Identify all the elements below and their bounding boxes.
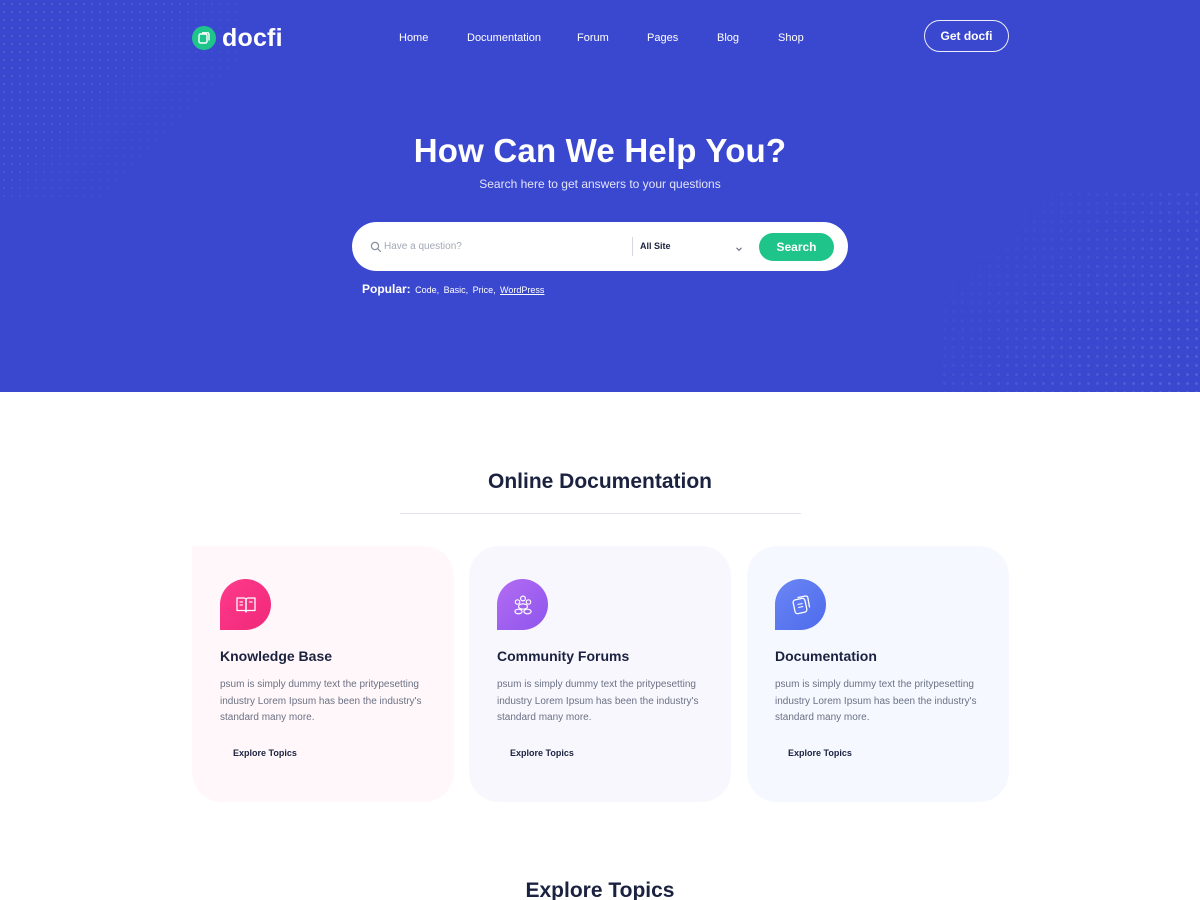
hero-subtitle: Search here to get answers to your quest…	[479, 177, 721, 191]
nav-link-blog[interactable]: Blog	[717, 31, 739, 45]
popular-searches: Popular: Code, Basic, Price, WordPress	[362, 282, 544, 297]
search-input[interactable]	[384, 237, 624, 255]
card-title: Community Forums	[497, 648, 630, 664]
hero-section: docfi Home Documentation Forum Pages Blo…	[0, 0, 1200, 392]
section-divider	[400, 513, 801, 514]
card-knowledge-base: Knowledge Base psum is simply dummy text…	[192, 546, 454, 802]
book-icon	[220, 579, 271, 630]
explore-topics-link[interactable]: Explore Topics	[510, 747, 574, 759]
search-button[interactable]: Search	[759, 233, 834, 261]
nav-link-home[interactable]: Home	[399, 31, 428, 45]
card-description: psum is simply dummy text the pritypeset…	[775, 679, 977, 723]
card-community-forums: Community Forums psum is simply dummy te…	[469, 546, 731, 802]
chevron-down-icon	[734, 241, 744, 252]
card-title: Knowledge Base	[220, 648, 333, 664]
get-docfi-button[interactable]: Get docfi	[924, 20, 1009, 52]
card-description: psum is simply dummy text the pritypeset…	[220, 679, 422, 723]
dot-pattern-right	[940, 190, 1200, 392]
nav-link-documentation[interactable]: Documentation	[467, 31, 541, 45]
popular-link-wordpress[interactable]: WordPress	[500, 285, 544, 295]
search-divider	[632, 237, 633, 256]
search-icon	[370, 240, 382, 253]
nav-link-forum[interactable]: Forum	[577, 31, 609, 45]
card-description: psum is simply dummy text the pritypeset…	[497, 679, 699, 723]
section-title-online-documentation: Online Documentation	[487, 470, 712, 493]
search-scope-select[interactable]: All Site	[640, 238, 744, 254]
hero-title: How Can We Help You?	[413, 132, 787, 169]
card-title: Documentation	[775, 648, 877, 664]
popular-item-price[interactable]: Price,	[473, 285, 496, 295]
popular-item-code[interactable]: Code,	[415, 285, 439, 295]
nav-link-shop[interactable]: Shop	[778, 31, 804, 45]
section-title-explore-topics: Explore Topics	[525, 879, 675, 900]
scope-selected-label: All Site	[640, 241, 671, 251]
card-documentation: Documentation psum is simply dummy text …	[747, 546, 1009, 802]
explore-topics-link[interactable]: Explore Topics	[788, 747, 852, 759]
community-icon	[497, 579, 548, 630]
explore-topics-link[interactable]: Explore Topics	[233, 747, 297, 759]
main-nav: Home Documentation Forum Pages Blog Shop	[0, 31, 1200, 45]
docs-icon	[775, 579, 826, 630]
popular-item-basic[interactable]: Basic,	[444, 285, 469, 295]
popular-label: Popular:	[362, 282, 411, 296]
nav-link-pages[interactable]: Pages	[647, 31, 678, 45]
